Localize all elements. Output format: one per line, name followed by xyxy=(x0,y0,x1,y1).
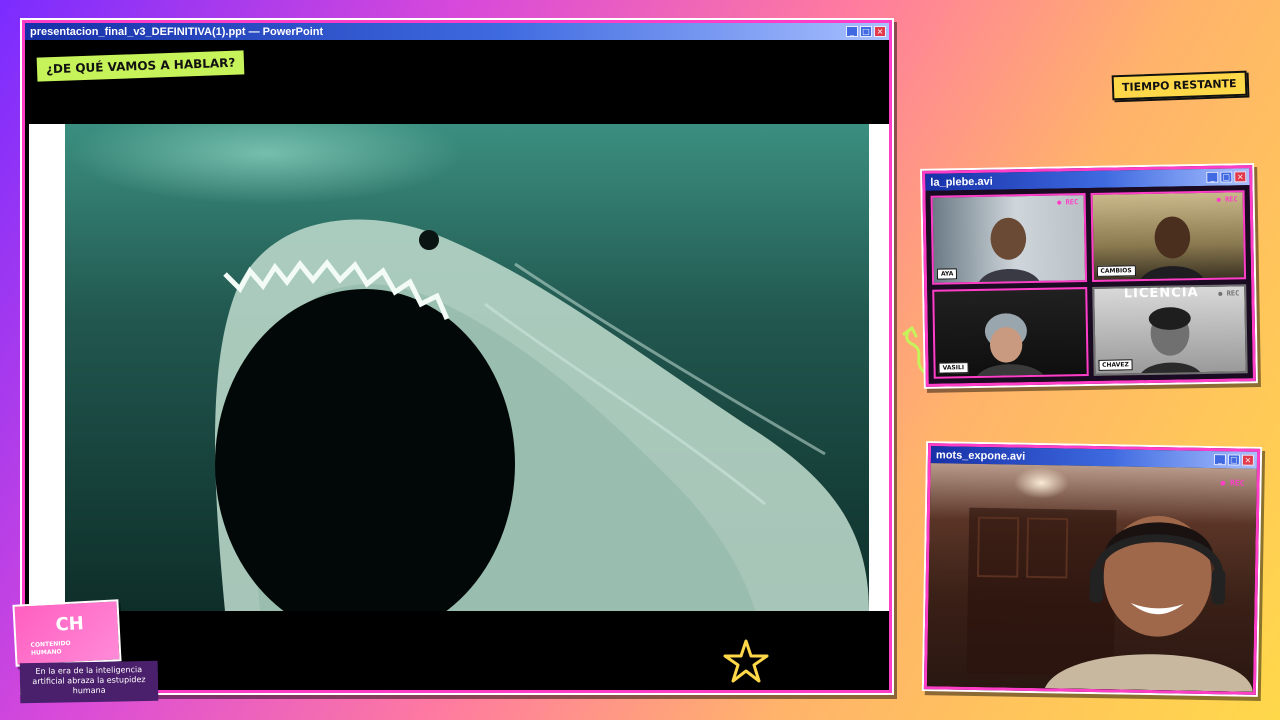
participant-name: AYA xyxy=(936,268,958,280)
time-remaining-badge: TIEMPO RESTANTE xyxy=(1111,70,1247,101)
minimize-button[interactable]: _ xyxy=(846,26,858,37)
participant-tile[interactable]: ● REC AYA xyxy=(930,193,1087,285)
close-button[interactable]: × xyxy=(874,26,886,37)
rec-indicator: ● REC xyxy=(1218,289,1240,298)
participant-tile[interactable]: ● REC CAMBIOS xyxy=(1090,190,1247,282)
close-button[interactable]: × xyxy=(1234,171,1247,183)
slide xyxy=(29,124,889,611)
star-icon xyxy=(723,639,769,683)
person-silhouette-icon xyxy=(1138,307,1203,376)
presentation-window: presentacion_final_v3_DEFINITIVA(1).ppt … xyxy=(22,20,892,693)
presenter-silhouette-icon xyxy=(966,507,1253,692)
minimize-button[interactable]: _ xyxy=(1206,171,1219,183)
sea-creature-image xyxy=(65,124,869,611)
logo-name: CONTENIDO HUMANO xyxy=(30,639,71,657)
presenter-window: mots_expone.avi _ □ × ● REC xyxy=(923,443,1261,695)
presenter-camera-feed: ● REC xyxy=(926,463,1257,692)
close-button[interactable]: × xyxy=(1241,454,1255,466)
participants-window: la_plebe.avi _ □ × ● REC AYA ● REC CAMBI… xyxy=(922,165,1256,387)
presentation-title: presentacion_final_v3_DEFINITIVA(1).ppt … xyxy=(30,25,324,38)
participant-name: CAMBIOS xyxy=(1096,265,1136,277)
presentation-content: ¿DE QUÉ VAMOS A HABLAR? xyxy=(25,40,889,690)
rec-indicator: ● REC xyxy=(1220,478,1245,488)
participant-name: VASILI xyxy=(938,362,969,374)
logo-mark: CH xyxy=(55,613,85,636)
person-silhouette-icon xyxy=(974,313,1048,379)
participants-grid: ● REC AYA ● REC CAMBIOS VASILI LICENCIA … xyxy=(925,185,1253,384)
maximize-button[interactable]: □ xyxy=(1220,171,1233,183)
presenter-window-title: mots_expone.avi xyxy=(935,448,1026,463)
presentation-titlebar[interactable]: presentacion_final_v3_DEFINITIVA(1).ppt … xyxy=(25,23,889,40)
rec-indicator: ● REC xyxy=(1057,198,1079,207)
brand-tagline: En la era de la inteligencia artificial … xyxy=(19,660,159,704)
rec-indicator: ● REC xyxy=(1216,195,1238,204)
person-silhouette-icon xyxy=(1138,216,1206,282)
participant-tile[interactable]: LICENCIA ● REC CHAVEZ xyxy=(1091,284,1248,376)
maximize-button[interactable]: □ xyxy=(1227,454,1241,466)
section-sticker: ¿DE QUÉ VAMOS A HABLAR? xyxy=(36,50,245,82)
maximize-button[interactable]: □ xyxy=(860,26,872,37)
brand-logo: CH CONTENIDO HUMANO xyxy=(12,599,122,667)
minimize-button[interactable]: _ xyxy=(1213,454,1227,466)
person-silhouette-icon xyxy=(977,217,1042,285)
participant-tile[interactable]: VASILI xyxy=(932,287,1089,379)
participant-name: CHAVEZ xyxy=(1097,359,1133,371)
participants-window-title: la_plebe.avi xyxy=(930,175,993,189)
